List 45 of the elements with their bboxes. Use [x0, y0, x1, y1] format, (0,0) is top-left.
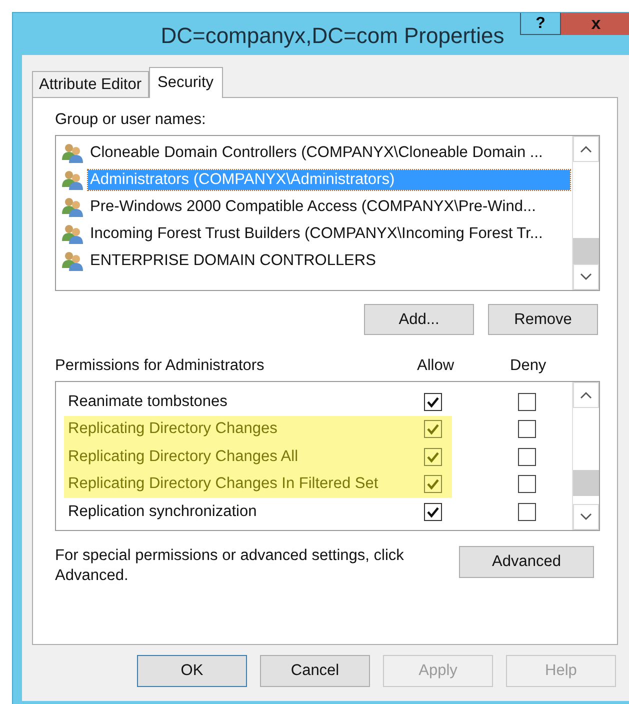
users-icon	[62, 142, 84, 162]
tab[interactable]: Attribute Editor	[32, 71, 149, 97]
scroll-thumb[interactable]	[573, 470, 599, 496]
permission-name: Replicating Directory Changes	[68, 420, 278, 438]
deny-checkbox[interactable]	[518, 420, 536, 438]
deny-checkbox[interactable]	[518, 502, 536, 521]
dialog-button[interactable]: Cancel	[260, 655, 370, 687]
permission-name: Replicating Directory Changes All	[68, 448, 300, 466]
deny-checkbox[interactable]	[518, 392, 536, 411]
advanced-button[interactable]: Advanced	[459, 546, 594, 578]
permission-name: Replication synchronization	[68, 502, 258, 521]
users-icon	[62, 224, 84, 244]
column-header: Deny	[510, 357, 548, 376]
dialog-button[interactable]: OK	[137, 655, 247, 687]
column-header: Allow	[417, 357, 456, 376]
users-icon	[62, 170, 84, 190]
scroll-down-icon[interactable]	[573, 504, 599, 530]
advanced-note: For special permissions or advanced settings, click Advanced.	[55, 546, 405, 586]
scroll-thumb[interactable]	[573, 238, 599, 264]
scroll-up-icon[interactable]	[573, 382, 599, 408]
group-list-item[interactable]: Pre-Windows 2000 Compatible Access (COMPANYX\Pre-Wind...	[62, 193, 570, 220]
users-icon	[62, 250, 84, 270]
scroll-down-icon[interactable]	[573, 264, 599, 290]
remove-button[interactable]: Remove	[488, 304, 598, 335]
deny-checkbox[interactable]	[518, 448, 536, 466]
tab[interactable]: Security	[148, 67, 223, 98]
group-list-item[interactable]: Incoming Forest Trust Builders (COMPANYX\Incoming Forest Tr...	[62, 220, 570, 247]
permissions-label: Permissions for Administrators	[55, 357, 266, 376]
allow-checkbox[interactable]	[424, 502, 442, 521]
window-title: DC=companyx,DC=com Properties	[160, 22, 504, 49]
add-button[interactable]: Add...	[364, 304, 474, 335]
allow-checkbox[interactable]	[424, 448, 442, 466]
help-button[interactable]: ?	[520, 13, 561, 35]
group-list-item[interactable]: ENTERPRISE DOMAIN CONTROLLERS	[62, 247, 570, 274]
allow-checkbox[interactable]	[424, 420, 442, 438]
deny-checkbox[interactable]	[518, 475, 536, 494]
group-list-label: Group or user names:	[55, 111, 207, 130]
permission-name: Replicating Directory Changes In Filtered Set	[68, 475, 380, 494]
permission-name: Reanimate tombstones	[68, 392, 228, 411]
group-list-item[interactable]: Cloneable Domain Controllers (COMPANYX\Cloneable Domain ...	[62, 139, 570, 166]
close-button[interactable]: x	[561, 13, 629, 35]
allow-checkbox[interactable]	[424, 475, 442, 494]
scroll-up-icon[interactable]	[573, 136, 599, 162]
allow-checkbox[interactable]	[424, 392, 442, 411]
users-icon	[62, 196, 84, 216]
